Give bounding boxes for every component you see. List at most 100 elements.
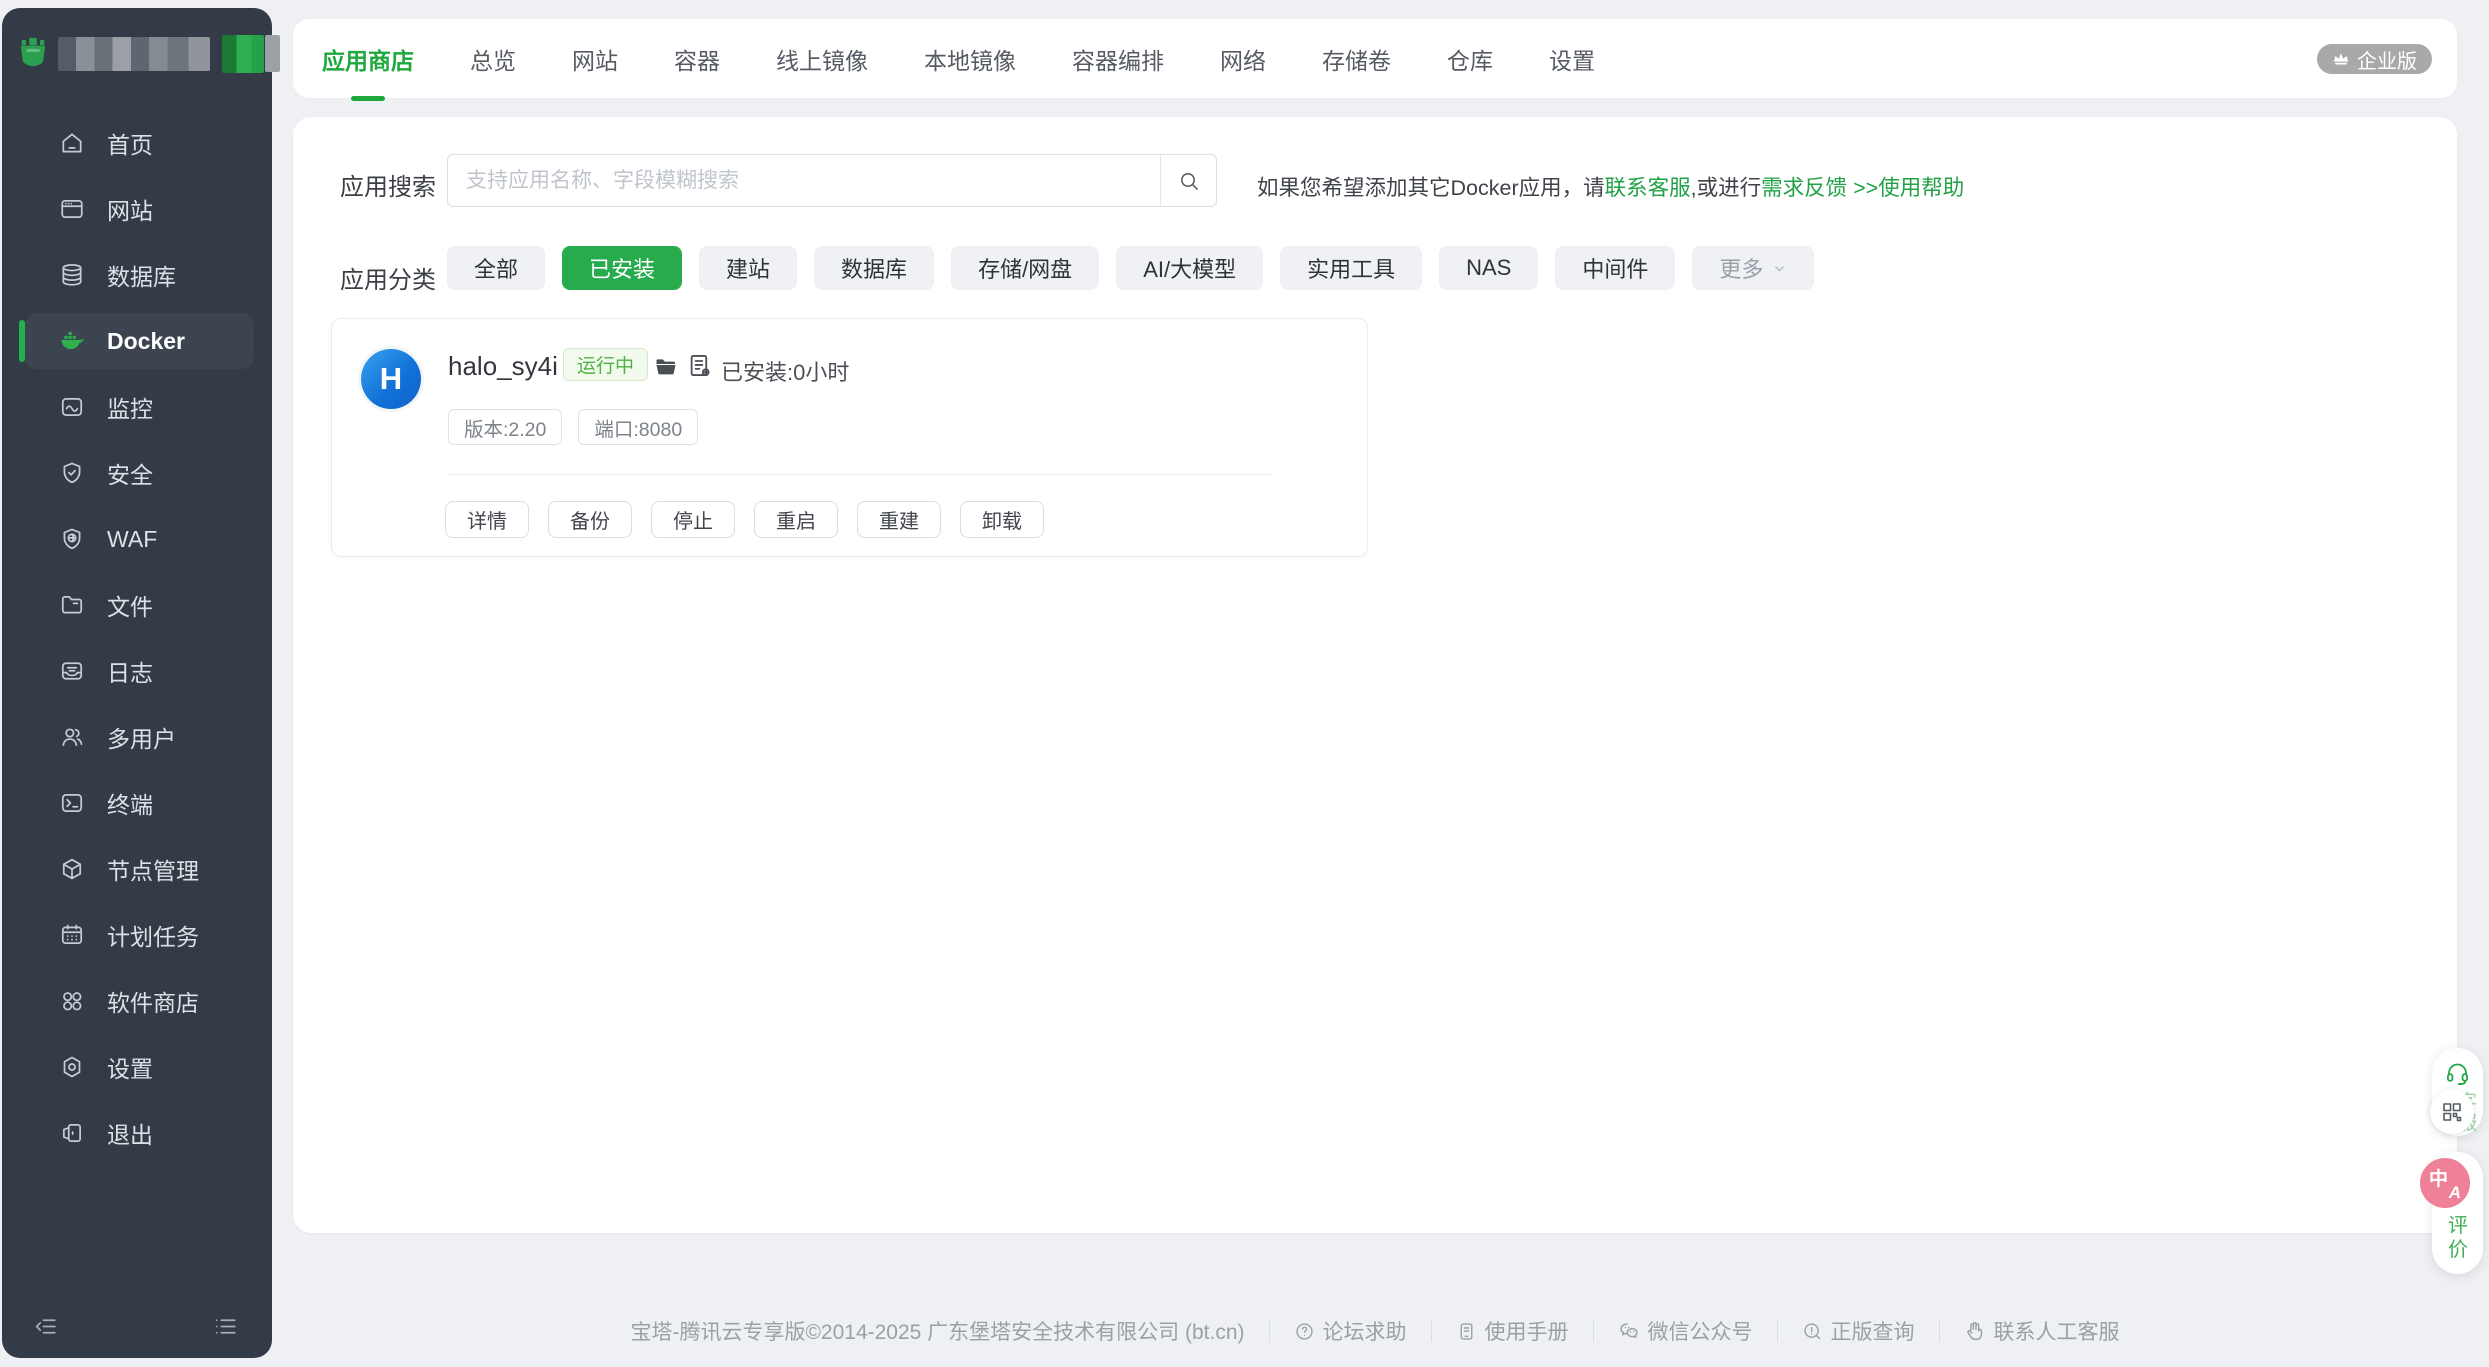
manual-link[interactable]: 使用手册 — [1456, 1316, 1569, 1346]
tab-settings[interactable]: 设置 — [1549, 42, 1595, 76]
category-all[interactable]: 全部 — [447, 246, 545, 290]
help-text: 如果您希望添加其它Docker应用，请联系客服,或进行需求反馈 >>使用帮助 — [1257, 171, 1964, 202]
sidebar-item-settings[interactable]: 设置 — [2, 1034, 272, 1100]
rate-label[interactable]: 评价 — [2448, 1214, 2470, 1262]
translate-icon[interactable]: 中 A — [2420, 1158, 2470, 1208]
tab-online-images[interactable]: 线上镜像 — [776, 42, 868, 76]
folder-icon — [59, 592, 85, 618]
search-button[interactable] — [1160, 155, 1216, 206]
genuine-check-link[interactable]: 正版查询 — [1802, 1316, 1915, 1346]
detail-button[interactable]: 详情 — [445, 501, 529, 538]
tab-containers[interactable]: 容器 — [674, 42, 720, 76]
sidebar-item-label: 节点管理 — [107, 852, 199, 886]
sidebar-item-nodes[interactable]: 节点管理 — [2, 836, 272, 902]
redacted-block — [265, 35, 280, 72]
collapse-sidebar-icon[interactable] — [33, 1314, 58, 1339]
feedback-link[interactable]: 需求反馈 — [1761, 176, 1847, 200]
chevron-down-icon — [1772, 261, 1787, 276]
sidebar-item-multiuser[interactable]: 多用户 — [2, 704, 272, 770]
sidebar-item-label: WAF — [107, 526, 157, 553]
wechat-label: 微信公众号 — [1648, 1316, 1753, 1346]
enterprise-badge[interactable]: 企业版 — [2317, 44, 2432, 74]
wechat-icon — [1618, 1320, 1640, 1342]
sidebar-item-logs[interactable]: 日志 — [2, 638, 272, 704]
menu-list-icon[interactable] — [213, 1314, 238, 1339]
logs-icon — [59, 658, 85, 684]
sidebar-item-files[interactable]: 文件 — [2, 572, 272, 638]
security-shield-icon — [59, 460, 85, 486]
docker-tabbar: 应用商店 总览 网站 容器 线上镜像 本地镜像 容器编排 网络 存储卷 仓库 设… — [293, 19, 2457, 98]
search-label: 应用搜索 — [340, 167, 436, 202]
rebuild-button[interactable]: 重建 — [857, 501, 941, 538]
app-store-panel: 应用搜索 如果您希望添加其它Docker应用，请联系客服,或进行需求反馈 >>使… — [293, 117, 2457, 1233]
open-folder-icon[interactable] — [654, 355, 678, 379]
tab-network[interactable]: 网络 — [1220, 42, 1266, 76]
floating-rate-widget: 中 A 评价 — [2432, 1152, 2483, 1274]
category-storage[interactable]: 存储/网盘 — [951, 246, 1099, 290]
wechat-link[interactable]: 微信公众号 — [1618, 1316, 1753, 1346]
more-label: 更多 — [1719, 252, 1763, 284]
tab-repository[interactable]: 仓库 — [1447, 42, 1493, 76]
category-tools[interactable]: 实用工具 — [1280, 246, 1422, 290]
sidebar-item-website[interactable]: 网站 — [2, 176, 272, 242]
app-tags: 版本:2.20 端口:8080 — [448, 409, 698, 445]
version-tag: 版本:2.20 — [448, 409, 562, 445]
tab-local-images[interactable]: 本地镜像 — [924, 42, 1016, 76]
copyright-text: 宝塔-腾讯云专享版©2014-2025 广东堡塔安全技术有限公司 (bt.cn) — [630, 1316, 1244, 1346]
sidebar: 首页 网站 数据库 Docker 监控 安全 WAF 文件 — [2, 8, 272, 1358]
sidebar-item-database[interactable]: 数据库 — [2, 242, 272, 308]
terminal-icon — [59, 790, 85, 816]
floating-service-widget: 客服 — [2432, 1048, 2483, 1136]
tab-website[interactable]: 网站 — [572, 42, 618, 76]
sidebar-item-terminal[interactable]: 终端 — [2, 770, 272, 836]
customer-service-icon[interactable] — [2444, 1060, 2471, 1087]
sidebar-item-cron[interactable]: 计划任务 — [2, 902, 272, 968]
backup-button[interactable]: 备份 — [548, 501, 632, 538]
monitor-icon — [59, 394, 85, 420]
category-site[interactable]: 建站 — [699, 246, 797, 290]
sidebar-item-label: 文件 — [107, 588, 153, 622]
app-log-icon[interactable] — [686, 352, 713, 379]
sidebar-item-home[interactable]: 首页 — [2, 110, 272, 176]
sidebar-item-docker[interactable]: Docker — [25, 313, 254, 369]
app-name: halo_sy4i — [448, 351, 558, 382]
sidebar-item-label: 退出 — [107, 1116, 153, 1150]
search-input[interactable] — [448, 155, 1160, 206]
users-icon — [59, 724, 85, 750]
stop-button[interactable]: 停止 — [651, 501, 735, 538]
tab-compose[interactable]: 容器编排 — [1072, 42, 1164, 76]
sidebar-item-label: 监控 — [107, 390, 153, 424]
qr-code-icon[interactable] — [2430, 1090, 2474, 1134]
category-nas[interactable]: NAS — [1439, 246, 1538, 290]
sidebar-item-logout[interactable]: 退出 — [2, 1100, 272, 1166]
contact-service-link[interactable]: 联系客服 — [1605, 176, 1691, 200]
app-actions: 详情 备份 停止 重启 重建 卸载 — [445, 501, 1044, 538]
tab-volumes[interactable]: 存储卷 — [1322, 42, 1391, 76]
server-name-redacted — [58, 37, 210, 71]
question-icon — [1294, 1321, 1315, 1342]
category-filters: 全部 已安装 建站 数据库 存储/网盘 AI/大模型 实用工具 NAS 中间件 … — [447, 246, 1814, 290]
category-database[interactable]: 数据库 — [814, 246, 934, 290]
tab-app-store[interactable]: 应用商店 — [322, 42, 414, 76]
category-installed[interactable]: 已安装 — [562, 246, 682, 290]
sidebar-item-security[interactable]: 安全 — [2, 440, 272, 506]
sidebar-item-label: 日志 — [107, 654, 153, 688]
sidebar-footer — [2, 1314, 272, 1344]
baota-logo-icon — [18, 36, 48, 72]
footer-divider — [1777, 1320, 1778, 1342]
forum-help-link[interactable]: 论坛求助 — [1294, 1316, 1407, 1346]
sidebar-item-monitor[interactable]: 监控 — [2, 374, 272, 440]
tabs: 应用商店 总览 网站 容器 线上镜像 本地镜像 容器编排 网络 存储卷 仓库 设… — [293, 19, 2457, 98]
usage-help-link[interactable]: >>使用帮助 — [1853, 176, 1964, 200]
restart-button[interactable]: 重启 — [754, 501, 838, 538]
sidebar-item-appstore[interactable]: 软件商店 — [2, 968, 272, 1034]
tab-overview[interactable]: 总览 — [470, 42, 516, 76]
sidebar-item-waf[interactable]: WAF — [2, 506, 272, 572]
category-middleware[interactable]: 中间件 — [1555, 246, 1675, 290]
uninstall-button[interactable]: 卸载 — [960, 501, 1044, 538]
category-label: 应用分类 — [340, 260, 436, 295]
home-icon — [59, 130, 85, 156]
category-ai[interactable]: AI/大模型 — [1116, 246, 1263, 290]
category-more-dropdown[interactable]: 更多 — [1692, 246, 1814, 290]
contact-support-link[interactable]: 联系人工客服 — [1964, 1316, 2120, 1346]
